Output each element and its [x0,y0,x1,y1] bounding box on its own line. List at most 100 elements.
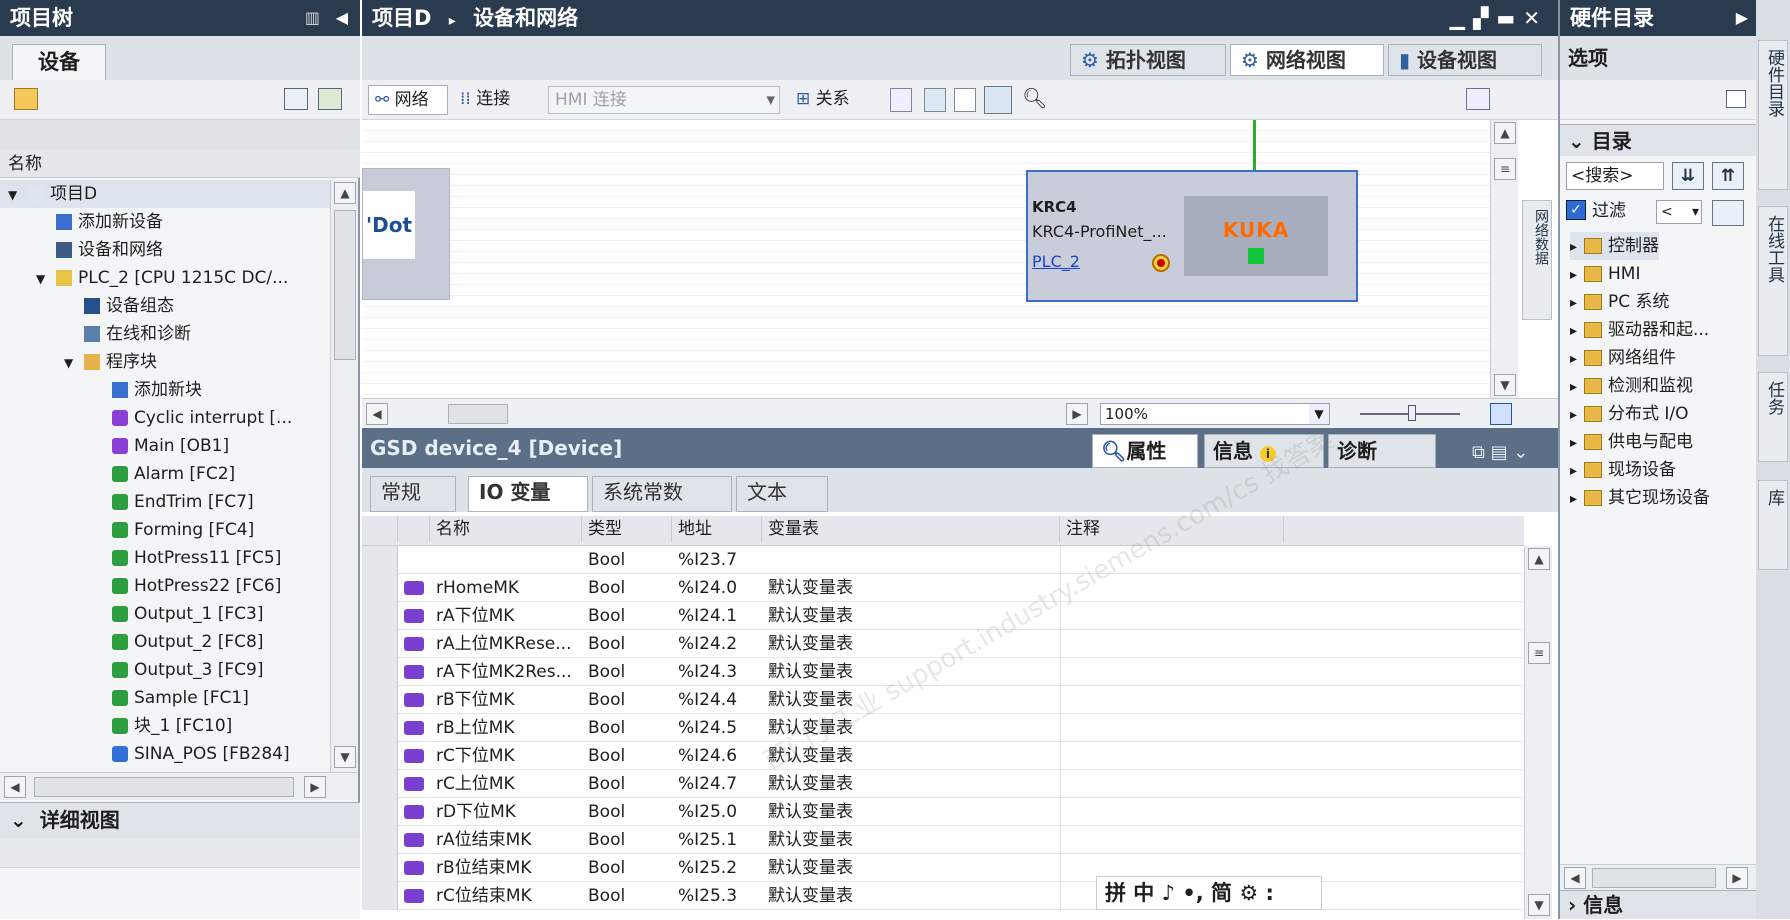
zoom-icon[interactable]: 🔍︎ [1022,86,1047,110]
cell-name[interactable]: rA下位MK2Res... [436,658,582,686]
expand-arrow-icon[interactable]: ▸ [1570,485,1584,513]
cell-table[interactable] [768,546,1060,574]
catalog-scroll-right-icon[interactable]: ▶ [1726,867,1748,889]
cell-table[interactable]: 默认变量表 [768,658,1060,686]
catalog-h-scrollbar[interactable]: ◀ ▶ [1560,864,1758,890]
expand-arrow-icon[interactable]: ▸ [1570,373,1584,401]
overview-icon[interactable] [1466,88,1490,110]
catalog-collapse-icon[interactable]: ▶ [1736,0,1748,36]
tree-item[interactable]: Forming [FC4] [0,516,330,544]
row-selector[interactable] [362,826,398,854]
info-section-header[interactable]: › 信息 [1560,890,1758,919]
table-row[interactable]: rC下位MK Bool %I24.6 默认变量表 [362,742,1524,770]
connection-button[interactable]: ⁞⁞ 连接 [460,85,530,115]
side-tab-tasks[interactable]: 任务 [1758,372,1788,462]
network-button[interactable]: ⚯ 网络 [368,85,448,115]
detail-view-header[interactable]: ⌄ 详细视图 [0,802,360,838]
table-view-icon[interactable] [284,88,308,110]
panel-toggle-icon[interactable] [984,86,1012,114]
cell-table[interactable]: 默认变量表 [768,854,1060,882]
tree-item[interactable]: 设备组态 [0,292,330,320]
cell-addr[interactable]: %I24.3 [678,658,762,686]
tree-item[interactable]: SINA_POS [FB284] [0,740,330,768]
tree-vertical-scrollbar[interactable]: ▲ ▼ [330,180,358,772]
search-down-icon[interactable]: ⇊ [1672,162,1704,190]
canvas-h-thumb[interactable] [448,404,508,424]
cell-name[interactable]: rA上位MKRese... [436,630,582,658]
expand-arrow-icon[interactable]: ▸ [1570,401,1584,429]
tab-network-view[interactable]: ⚙ 网络视图 [1230,44,1384,76]
cell-name[interactable]: rC位结束MK [436,882,582,910]
cell-name[interactable]: rB下位MK [436,686,582,714]
tab-system-constants[interactable]: 系统常数 [592,476,732,512]
cell-type[interactable]: Bool [588,826,672,854]
row-selector[interactable] [362,658,398,686]
catalog-section-header[interactable]: ⌄ 目录 [1560,124,1758,156]
header-name[interactable]: 名称 [430,516,582,542]
catalog-item[interactable]: ▸ 驱动器和起... [1570,316,1709,344]
cell-addr[interactable]: %I24.5 [678,714,762,742]
catalog-item[interactable]: ▸ 网络组件 [1570,344,1676,372]
cell-table[interactable]: 默认变量表 [768,798,1060,826]
tab-topology-view[interactable]: ⚙ 拓扑视图 [1070,44,1226,76]
side-tab-online-tools[interactable]: 在线工具 [1758,206,1788,356]
cell-addr[interactable]: %I24.0 [678,574,762,602]
tree-item[interactable]: Output_1 [FC3] [0,600,330,628]
expand-arrow-icon[interactable]: ▸ [1570,233,1584,261]
expand-arrow-icon[interactable]: ▸ [1570,317,1584,345]
cell-name[interactable]: rC下位MK [436,742,582,770]
address-tool-icon[interactable] [924,88,946,112]
tree-item[interactable]: Output_2 [FC8] [0,628,330,656]
cell-addr[interactable]: %I24.1 [678,602,762,630]
cell-addr[interactable]: %I24.7 [678,770,762,798]
filter-select[interactable]: < ▾ [1656,200,1702,224]
cell-comment[interactable] [1060,714,1284,742]
h-scroll-thumb[interactable] [34,777,294,797]
table-row[interactable]: rB位结束MK Bool %I25.2 默认变量表 [362,854,1524,882]
expand-arrow-icon[interactable]: ▸ [1570,261,1584,289]
canvas-scroll-down-icon[interactable]: ▼ [1494,374,1516,396]
table-row[interactable]: rHomeMK Bool %I24.0 默认变量表 [362,574,1524,602]
cell-comment[interactable] [1060,798,1284,826]
cell-comment[interactable] [1060,770,1284,798]
cell-type[interactable]: Bool [588,882,672,910]
cell-table[interactable]: 默认变量表 [768,574,1060,602]
tree-item[interactable]: 设备和网络 [0,236,330,264]
cell-addr[interactable]: %I23.7 [678,546,762,574]
canvas-scroll-right-icon[interactable]: ▶ [1066,403,1088,425]
tree-item[interactable]: ▼ 项目D [0,180,330,208]
tree-item[interactable]: HotPress22 [FC6] [0,572,330,600]
tab-io-tags[interactable]: IO 变量 [468,476,588,512]
canvas-scroll-up-icon[interactable]: ▲ [1494,122,1516,144]
row-selector[interactable] [362,714,398,742]
cell-table[interactable]: 默认变量表 [768,630,1060,658]
cell-name[interactable]: rA位结束MK [436,826,582,854]
canvas-scroll-thumb-icon[interactable]: ≡ [1494,158,1516,180]
zoom-slider[interactable] [1360,405,1460,421]
table-row[interactable]: rB上位MK Bool %I24.5 默认变量表 [362,714,1524,742]
cell-type[interactable]: Bool [588,742,672,770]
table-row[interactable]: rA位结束MK Bool %I25.1 默认变量表 [362,826,1524,854]
table-scroll-down-icon[interactable]: ▼ [1528,894,1550,916]
table-row[interactable]: rB下位MK Bool %I24.4 默认变量表 [362,686,1524,714]
cell-comment[interactable] [1060,826,1284,854]
connection-type-select[interactable]: HMI 连接 ▾ [548,86,780,114]
cell-addr[interactable]: %I25.1 [678,826,762,854]
tree-item[interactable]: ▼ 程序块 [0,348,330,376]
header-address[interactable]: 地址 [672,516,762,542]
cell-table[interactable]: 默认变量表 [768,714,1060,742]
row-selector[interactable] [362,546,398,574]
row-selector[interactable] [362,854,398,882]
cell-addr[interactable]: %I24.6 [678,742,762,770]
tree-horizontal-scrollbar[interactable]: ◀ ▶ [0,772,358,800]
zoom-slider-thumb[interactable] [1408,405,1416,421]
table-row[interactable]: rA下位MK2Res... Bool %I24.3 默认变量表 [362,658,1524,686]
catalog-profile-icon[interactable] [1712,200,1744,226]
cell-table[interactable]: 默认变量表 [768,882,1060,910]
search-up-icon[interactable]: ⇈ [1712,162,1744,190]
cell-name[interactable]: rD下位MK [436,798,582,826]
breadcrumb-project[interactable]: 项目D [372,6,431,30]
network-data-side-tab[interactable]: 网络数据 [1522,200,1552,320]
window-controls[interactable]: ▁▞▬✕ [1450,0,1548,36]
scroll-down-icon[interactable]: ▼ [334,746,356,768]
